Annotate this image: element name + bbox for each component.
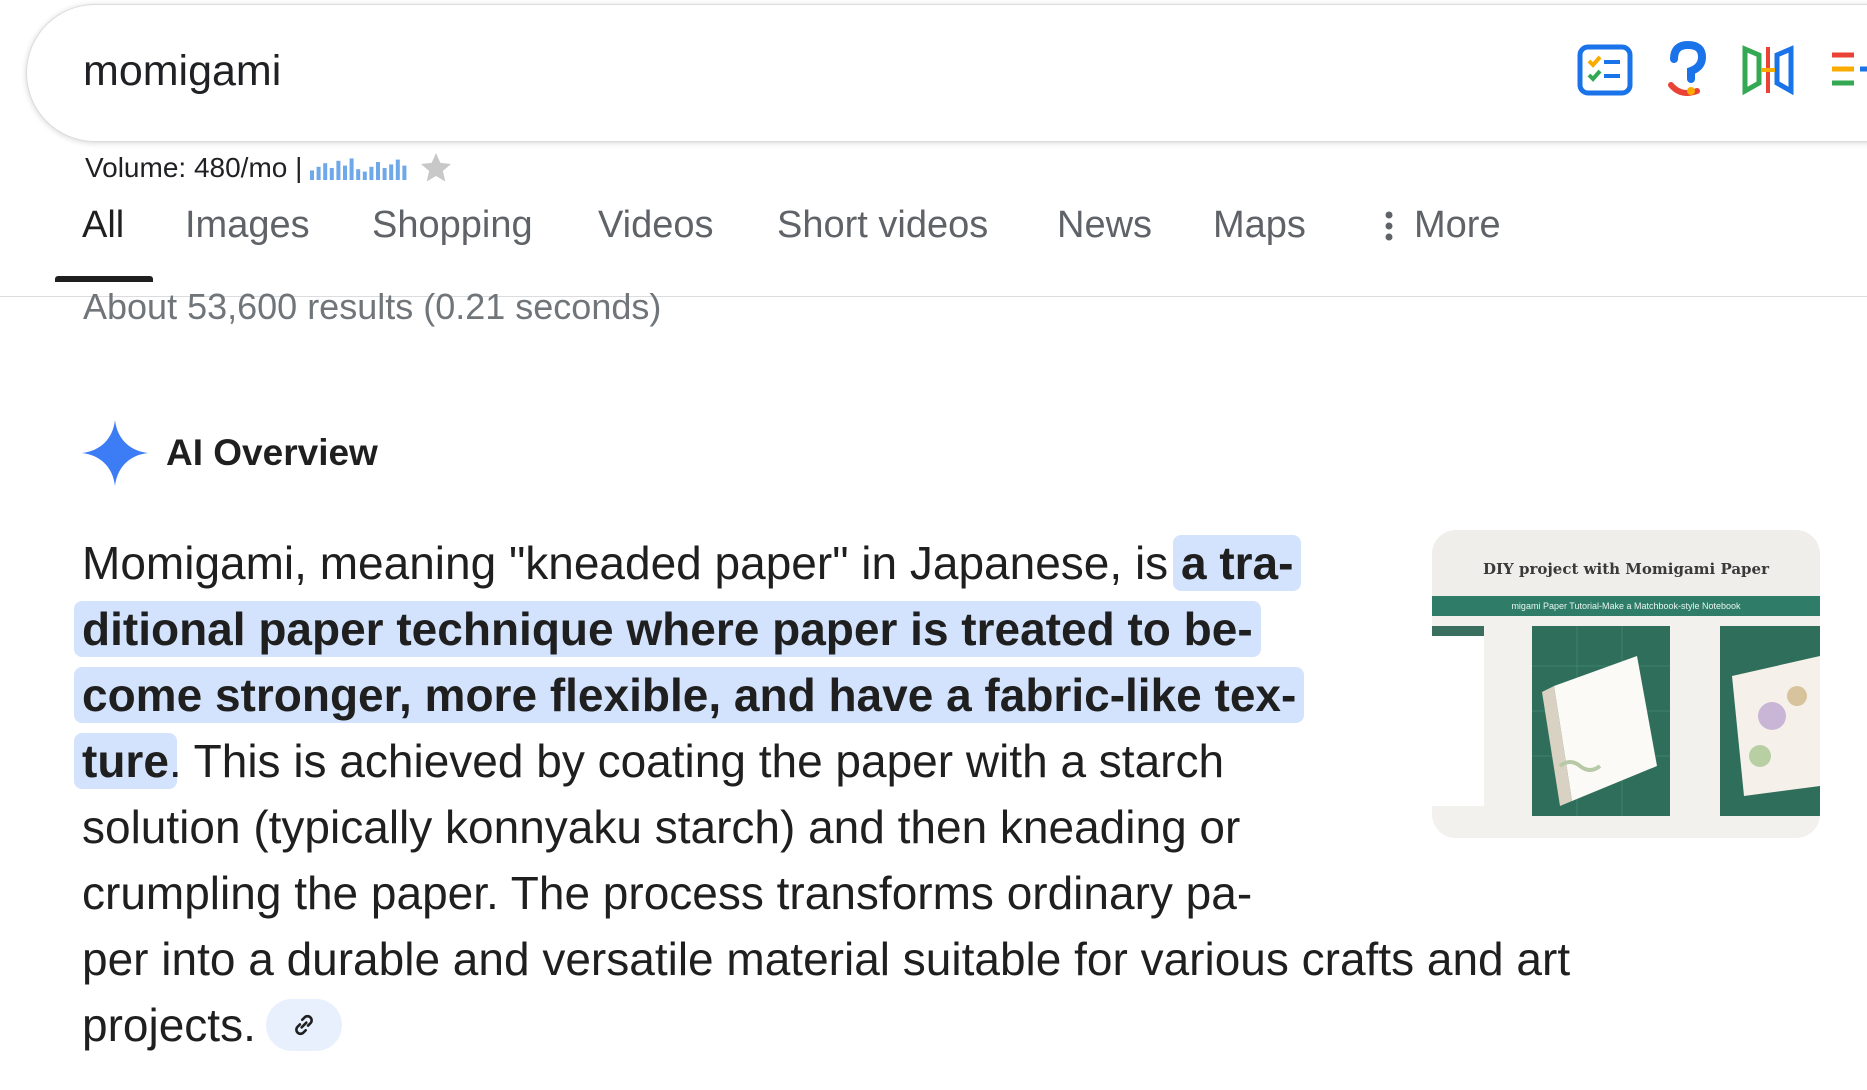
search-bar[interactable] bbox=[26, 4, 1867, 142]
tab-maps[interactable]: Maps bbox=[1213, 204, 1306, 247]
thumbnail-image bbox=[1432, 616, 1820, 838]
more-vert-icon bbox=[1385, 211, 1393, 240]
text-line: crumpling the paper. The process transfo… bbox=[82, 867, 1253, 919]
trend-bar bbox=[389, 164, 394, 180]
keyword-volume: Volume: 480/mo | bbox=[85, 150, 454, 186]
highlighted-text[interactable]: a tra- bbox=[1172, 535, 1302, 591]
tab-videos[interactable]: Videos bbox=[598, 204, 714, 247]
trend-bar bbox=[383, 168, 388, 180]
text-line: projects. bbox=[82, 992, 1722, 1058]
highlighted-text[interactable]: come stronger, more flexible, and have a… bbox=[74, 667, 1305, 723]
list-add-icon[interactable] bbox=[1828, 41, 1867, 99]
tab-news[interactable]: News bbox=[1057, 204, 1152, 247]
star-icon[interactable] bbox=[418, 150, 454, 186]
split-icon[interactable] bbox=[1739, 41, 1797, 99]
trend-bar bbox=[330, 168, 335, 180]
ai-sparkle-icon bbox=[82, 420, 148, 486]
trend-bar bbox=[376, 162, 381, 180]
result-stats: About 53,600 results (0.21 seconds) bbox=[83, 286, 662, 327]
trend-bar bbox=[350, 158, 355, 180]
trend-bar bbox=[396, 159, 401, 180]
tab-images[interactable]: Images bbox=[185, 204, 310, 247]
trend-bar bbox=[356, 169, 361, 180]
trend-bar bbox=[402, 165, 407, 180]
search-input[interactable] bbox=[83, 47, 1283, 96]
highlighted-text[interactable]: ditional paper technique where paper is … bbox=[74, 601, 1261, 657]
tab-all[interactable]: All bbox=[82, 204, 124, 247]
link-icon bbox=[294, 1014, 313, 1035]
ai-overview-title: AI Overview bbox=[166, 432, 378, 473]
tab-more[interactable]: More bbox=[1384, 204, 1501, 247]
thumbnail-subtitle: migami Paper Tutorial-Make a Matchbook-s… bbox=[1432, 596, 1820, 616]
question-icon[interactable] bbox=[1659, 41, 1717, 99]
active-tab-indicator bbox=[55, 276, 153, 282]
source-link-button[interactable] bbox=[265, 998, 342, 1051]
text-line: per into a durable and versatile materia… bbox=[82, 933, 1571, 985]
trend-bar bbox=[310, 170, 315, 180]
trend-bar bbox=[363, 171, 368, 180]
ai-overview-header: AI Overview bbox=[82, 420, 378, 486]
trend-bar bbox=[343, 165, 348, 180]
tab-more-label: More bbox=[1414, 204, 1501, 246]
tab-shopping[interactable]: Shopping bbox=[372, 204, 533, 247]
checklist-icon[interactable] bbox=[1576, 41, 1634, 99]
ai-overview-thumbnail[interactable]: DIY project with Momigami Paper migami P… bbox=[1432, 530, 1820, 838]
search-tabs: All Images Shopping Videos Short videos … bbox=[0, 196, 1867, 300]
trend-bar bbox=[336, 160, 341, 180]
volume-trend-chart bbox=[310, 158, 407, 180]
trend-bar bbox=[317, 166, 322, 180]
trend-bar bbox=[369, 166, 374, 180]
highlighted-text[interactable]: ture bbox=[74, 733, 177, 789]
trend-bar bbox=[323, 163, 328, 180]
thumbnail-title: DIY project with Momigami Paper bbox=[1483, 560, 1769, 578]
tab-short-videos[interactable]: Short videos bbox=[777, 204, 988, 247]
volume-text: Volume: 480/mo | bbox=[85, 152, 303, 183]
